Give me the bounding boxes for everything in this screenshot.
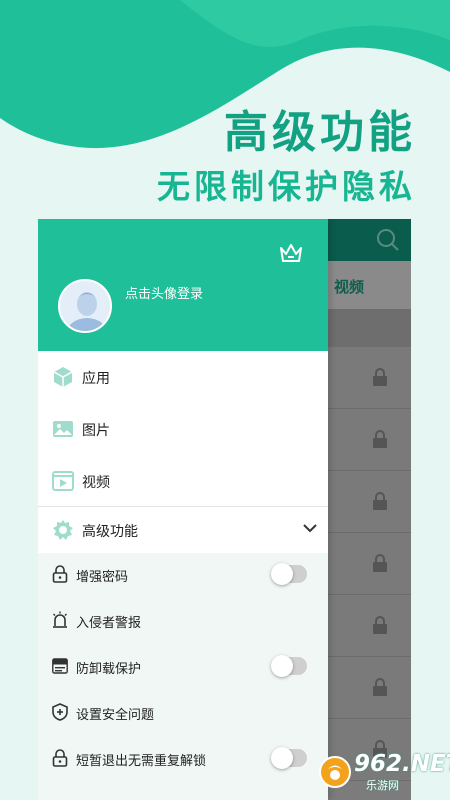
sub-item-label: 设置安全问题 xyxy=(76,708,155,723)
alarm-icon xyxy=(53,611,67,628)
drawer-item-apps[interactable]: 应用 xyxy=(38,353,328,403)
lock-icon xyxy=(373,616,387,634)
sub-item-label: 防卸载保护 xyxy=(76,662,142,677)
lock-icon xyxy=(373,368,387,386)
drawer-item-videos[interactable]: 视频 xyxy=(38,457,328,507)
video-icon xyxy=(52,471,74,491)
advanced-gear-icon xyxy=(53,520,73,540)
drawer-item-label: 视频 xyxy=(82,475,110,491)
tab-video[interactable]: 视频 xyxy=(334,276,364,297)
watermark-subtitle: 乐游网 xyxy=(366,779,399,792)
advanced-features-panel: 增强密码 入侵者警报 防卸载保护 设置安全问题 短暂退出无需重复解锁 xyxy=(38,553,328,800)
toggle-knob xyxy=(271,655,293,677)
list-item[interactable] xyxy=(328,471,411,533)
app-strip xyxy=(328,309,411,347)
list-item[interactable] xyxy=(328,533,411,595)
login-prompt[interactable]: 点击头像登录 xyxy=(125,283,203,302)
apk-icon xyxy=(52,658,68,674)
advanced-features-toggle[interactable]: 高级功能 xyxy=(38,507,328,553)
crown-icon[interactable] xyxy=(278,241,304,265)
user-avatar-icon xyxy=(60,281,110,331)
site-watermark: 962.NET 乐游网 xyxy=(318,751,450,795)
list-item[interactable] xyxy=(328,347,411,409)
enhanced-password-item[interactable]: 增强密码 xyxy=(38,553,328,599)
list-item[interactable] xyxy=(328,657,411,719)
lock-icon xyxy=(52,565,68,583)
shield-icon xyxy=(52,703,68,721)
promo-title: 高级功能 xyxy=(224,107,416,158)
lock-icon xyxy=(373,554,387,572)
intruder-alert-item[interactable]: 入侵者警报 xyxy=(38,599,328,645)
avatar[interactable] xyxy=(58,279,112,333)
image-icon xyxy=(53,421,73,437)
site-logo-icon xyxy=(319,756,351,788)
drawer-item-label: 应用 xyxy=(82,371,110,387)
toggle-knob xyxy=(271,747,293,769)
chevron-down-icon xyxy=(303,524,317,533)
sub-item-label: 增强密码 xyxy=(76,570,129,585)
security-question-item[interactable]: 设置安全问题 xyxy=(38,691,328,737)
lock-icon xyxy=(373,678,387,696)
drawer-item-label: 图片 xyxy=(82,423,110,439)
uninstall-protection-item[interactable]: 防卸载保护 xyxy=(38,645,328,691)
lock-icon xyxy=(373,430,387,448)
brief-exit-item[interactable]: 短暂退出无需重复解锁 xyxy=(38,737,328,783)
watermark-brand: 962.NET xyxy=(354,751,450,777)
search-icon[interactable] xyxy=(375,227,401,253)
promo-subtitle: 无限制保护隐私 xyxy=(157,167,416,206)
sub-item-label: 入侵者警报 xyxy=(76,616,142,631)
navigation-drawer: 点击头像登录 应用 图片 视频 高级功能 增强密码 入侵者警报 防卸载保护 设置… xyxy=(38,219,328,800)
list-item[interactable] xyxy=(328,595,411,657)
lock-icon xyxy=(373,492,387,510)
enhanced-password-toggle[interactable] xyxy=(271,563,307,585)
uninstall-protection-toggle[interactable] xyxy=(271,655,307,677)
list-item[interactable] xyxy=(328,409,411,471)
advanced-features-label: 高级功能 xyxy=(82,524,138,540)
app-cube-icon xyxy=(53,367,73,387)
toggle-knob xyxy=(271,563,293,585)
lock-icon xyxy=(52,749,68,767)
drawer-item-images[interactable]: 图片 xyxy=(38,405,328,455)
drawer-header: 点击头像登录 xyxy=(38,219,328,351)
sub-item-label: 短暂退出无需重复解锁 xyxy=(76,754,207,769)
brief-exit-toggle[interactable] xyxy=(271,747,307,769)
phone-screen: 视频 点击头像登录 应用 图片 视频 高级功能 增强密码 入侵者警报 防卸载保护… xyxy=(38,219,411,800)
